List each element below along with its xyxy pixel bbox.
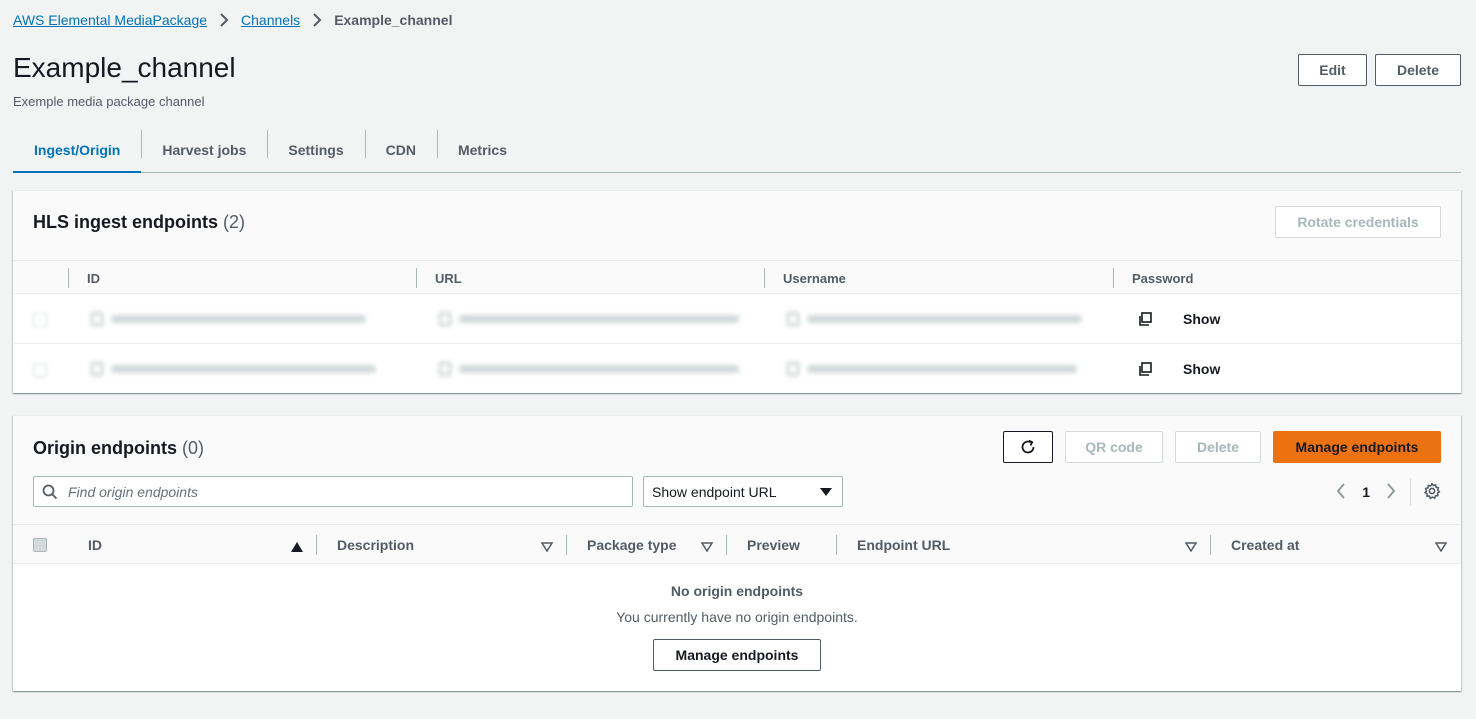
sort-icon[interactable] xyxy=(1184,539,1198,555)
origin-panel-title: Origin endpoints (0) xyxy=(33,438,204,459)
header-actions: Edit Delete xyxy=(1298,54,1461,86)
gear-icon[interactable] xyxy=(1423,482,1441,503)
origin-table-header: ID Description Package type Preview Endp… xyxy=(13,524,1461,564)
redacted-url xyxy=(439,362,739,376)
show-password-link[interactable]: Show xyxy=(1183,311,1220,327)
password-cell: Show xyxy=(1137,344,1220,394)
origin-col-created-at[interactable]: Created at xyxy=(1210,525,1299,565)
show-password-link[interactable]: Show xyxy=(1183,361,1220,377)
page-number[interactable]: 1 xyxy=(1362,484,1370,500)
chevron-right-icon[interactable] xyxy=(1386,482,1396,502)
redacted-url xyxy=(439,312,739,326)
pagination: 1 xyxy=(1336,478,1441,506)
origin-col-preview[interactable]: Preview xyxy=(726,525,800,565)
breadcrumb-current: Example_channel xyxy=(334,12,453,28)
chevron-right-icon xyxy=(219,13,229,27)
sort-icon[interactable] xyxy=(1434,539,1448,555)
hls-col-id[interactable]: ID xyxy=(68,261,100,295)
sort-icon[interactable] xyxy=(700,539,714,555)
hls-title-text: HLS ingest endpoints xyxy=(33,212,219,232)
breadcrumb-channels-link[interactable]: Channels xyxy=(241,12,300,28)
redacted-username xyxy=(787,312,1082,326)
manage-endpoints-button[interactable]: Manage endpoints xyxy=(1273,431,1441,463)
password-cell: Show xyxy=(1137,294,1220,344)
origin-panel-header: Origin endpoints (0) QR code Delete Mana… xyxy=(13,416,1461,524)
search-input[interactable] xyxy=(68,483,608,500)
redacted-id xyxy=(91,362,376,376)
copy-icon[interactable] xyxy=(1137,311,1153,327)
row-checkbox[interactable] xyxy=(33,363,47,377)
breadcrumb-mediapackage-link[interactable]: AWS Elemental MediaPackage xyxy=(13,12,207,28)
origin-col-endpoint-url[interactable]: Endpoint URL xyxy=(836,525,950,565)
hls-col-url[interactable]: URL xyxy=(416,261,462,295)
tab-bar: Ingest/Origin Harvest jobs Settings CDN … xyxy=(13,128,1461,173)
rotate-credentials-button[interactable]: Rotate credentials xyxy=(1275,206,1441,238)
copy-icon[interactable] xyxy=(1137,361,1153,377)
breadcrumb: AWS Elemental MediaPackage Channels Exam… xyxy=(13,10,452,30)
caret-down-icon xyxy=(820,487,832,496)
hls-col-username[interactable]: Username xyxy=(764,261,846,295)
origin-endpoints-panel: Origin endpoints (0) QR code Delete Mana… xyxy=(13,415,1461,691)
hls-table-header: ID URL Username Password xyxy=(13,260,1461,294)
refresh-button[interactable] xyxy=(1003,431,1053,463)
empty-state: No origin endpoints You currently have n… xyxy=(13,564,1461,671)
table-row[interactable]: Show xyxy=(13,294,1461,344)
empty-title: No origin endpoints xyxy=(670,583,804,599)
chevron-right-icon xyxy=(312,13,322,27)
row-checkbox[interactable] xyxy=(33,313,47,327)
origin-col-id[interactable]: ID xyxy=(88,525,102,565)
table-row[interactable]: Show xyxy=(13,344,1461,394)
search-icon xyxy=(42,484,58,499)
delete-channel-button[interactable]: Delete xyxy=(1375,54,1461,86)
delete-endpoint-button[interactable]: Delete xyxy=(1175,431,1261,463)
page-title: Example_channel xyxy=(13,52,236,83)
qr-code-button[interactable]: QR code xyxy=(1065,431,1163,463)
origin-col-package-type[interactable]: Package type xyxy=(566,525,677,565)
origin-actions: QR code Delete Manage endpoints xyxy=(1003,431,1441,463)
divider xyxy=(1410,478,1411,506)
redacted-username xyxy=(787,362,1077,376)
sort-ascending-icon[interactable] xyxy=(291,539,303,555)
refresh-icon xyxy=(1021,439,1035,454)
hls-count: (2) xyxy=(223,212,246,232)
endpoint-url-select[interactable]: Show endpoint URL xyxy=(643,476,843,507)
edit-button[interactable]: Edit xyxy=(1298,54,1367,86)
origin-count: (0) xyxy=(182,438,205,458)
hls-ingest-panel: HLS ingest endpoints (2) Rotate credenti… xyxy=(13,190,1461,393)
hls-table: ID URL Username Password Show Show xyxy=(13,260,1461,394)
chevron-left-icon[interactable] xyxy=(1336,482,1346,502)
select-value: Show endpoint URL xyxy=(652,483,777,500)
empty-description: You currently have no origin endpoints. xyxy=(616,609,858,625)
empty-manage-endpoints-button[interactable]: Manage endpoints xyxy=(653,639,821,671)
origin-col-description[interactable]: Description xyxy=(316,525,414,565)
hls-col-password[interactable]: Password xyxy=(1113,261,1193,295)
tab-settings[interactable]: Settings xyxy=(267,128,364,172)
tab-ingest-origin[interactable]: Ingest/Origin xyxy=(13,128,142,173)
redacted-id xyxy=(91,312,366,326)
tab-harvest-jobs[interactable]: Harvest jobs xyxy=(141,128,267,172)
hls-panel-header: HLS ingest endpoints (2) Rotate credenti… xyxy=(13,191,1461,260)
hls-panel-title: HLS ingest endpoints (2) xyxy=(33,212,245,233)
select-all-checkbox[interactable] xyxy=(33,538,47,552)
sort-icon[interactable] xyxy=(540,539,554,555)
origin-title-text: Origin endpoints xyxy=(33,438,177,458)
tab-metrics[interactable]: Metrics xyxy=(436,128,528,172)
search-box xyxy=(33,476,633,507)
tab-cdn[interactable]: CDN xyxy=(364,128,437,172)
page-subtitle: Exemple media package channel xyxy=(13,94,205,109)
